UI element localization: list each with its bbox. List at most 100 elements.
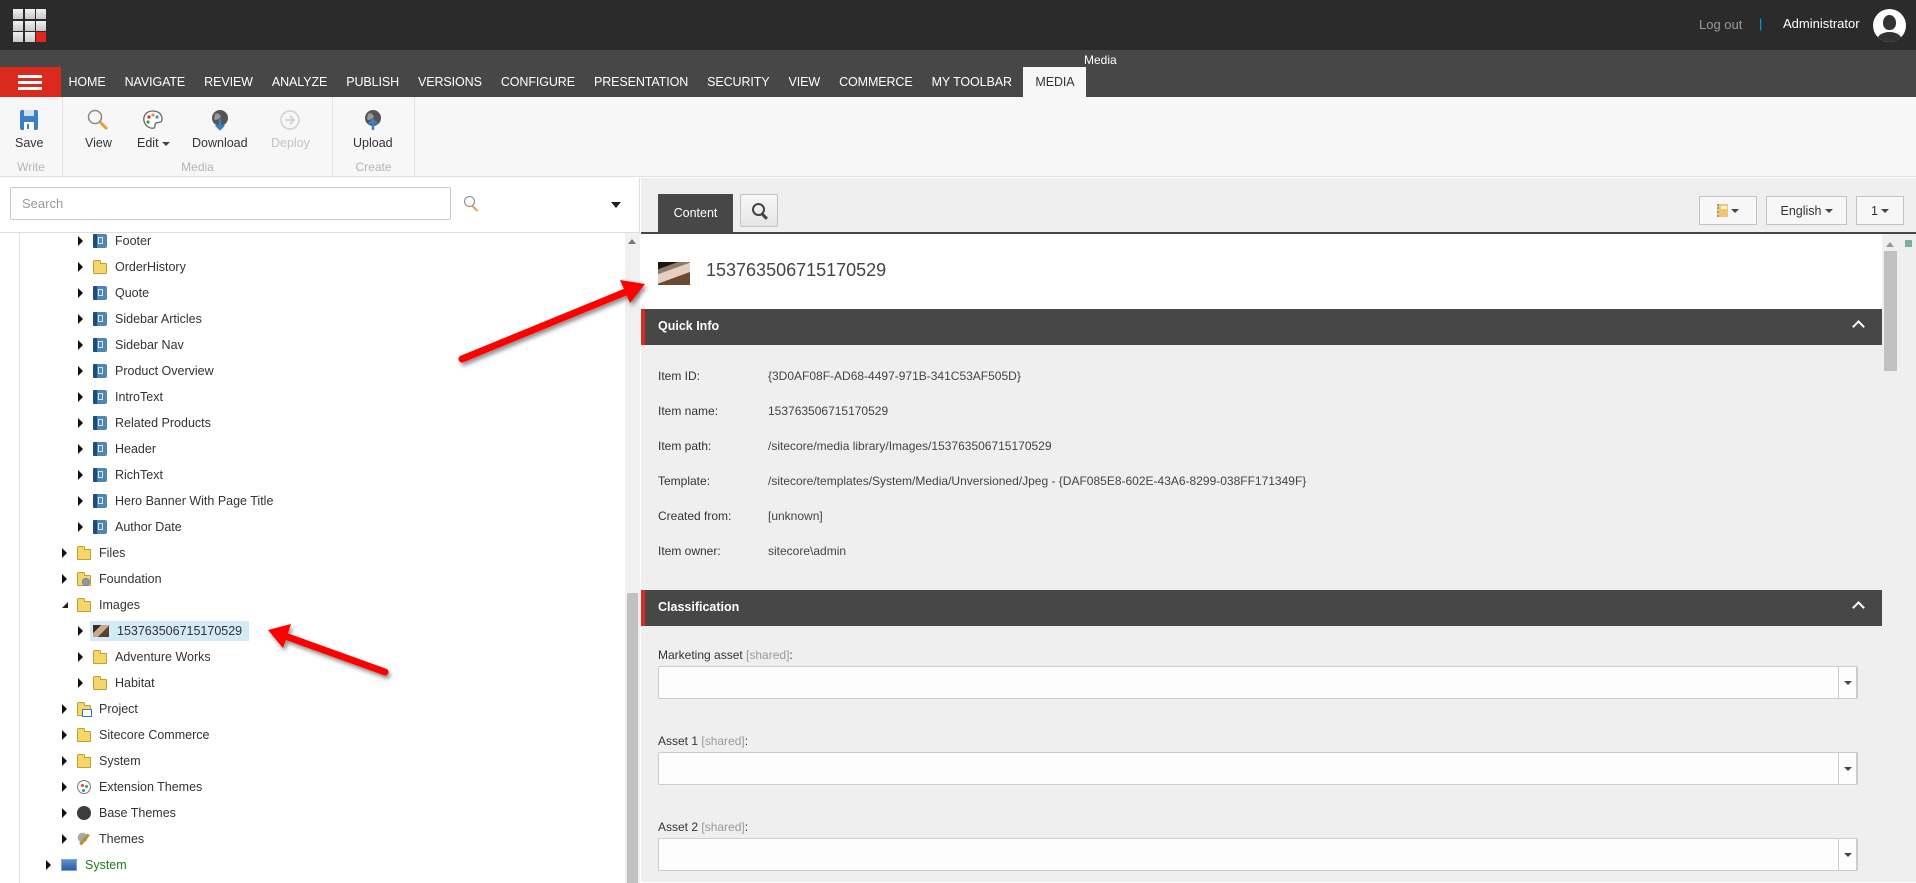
tree-node[interactable]: IntroText bbox=[78, 386, 166, 408]
search-options-dropdown-icon[interactable] bbox=[611, 202, 621, 208]
username[interactable]: Administrator bbox=[1783, 16, 1860, 31]
validator-status-icon[interactable] bbox=[1905, 240, 1912, 247]
tab-my-toolbar[interactable]: MY TOOLBAR bbox=[924, 67, 1019, 97]
tab-publish[interactable]: PUBLISH bbox=[339, 67, 407, 97]
tree-node[interactable]: System bbox=[62, 750, 144, 772]
tab-presentation[interactable]: PRESENTATION bbox=[586, 67, 695, 97]
tree-node[interactable]: Quote bbox=[78, 282, 152, 304]
expand-arrow-icon[interactable] bbox=[78, 522, 83, 532]
tree-node[interactable]: Sitecore Commerce bbox=[62, 724, 212, 746]
save-button[interactable]: Save bbox=[15, 109, 44, 150]
chevron-up-icon[interactable] bbox=[1852, 320, 1865, 333]
tree-node[interactable]: Author Date bbox=[78, 516, 185, 538]
tree-node-selected[interactable]: 153763506715170529 bbox=[78, 620, 250, 642]
expand-arrow-icon[interactable] bbox=[62, 548, 67, 558]
tree-node[interactable]: Related Products bbox=[78, 412, 214, 434]
notebook-dropdown-button[interactable] bbox=[1699, 196, 1757, 225]
download-button[interactable]: Download bbox=[192, 109, 248, 150]
expand-arrow-icon[interactable] bbox=[46, 860, 51, 870]
expand-arrow-icon[interactable] bbox=[78, 262, 83, 272]
scroll-up-arrow-icon[interactable] bbox=[628, 239, 636, 244]
tab-navigate[interactable]: NAVIGATE bbox=[117, 67, 193, 97]
hamburger-menu-icon[interactable] bbox=[0, 67, 61, 97]
marketing-asset-droplist[interactable] bbox=[658, 666, 1858, 699]
tree-node[interactable]: Sidebar Articles bbox=[78, 308, 205, 330]
expand-arrow-icon[interactable] bbox=[78, 626, 83, 636]
scroll-up-arrow-icon[interactable] bbox=[1886, 242, 1894, 247]
expand-arrow-icon[interactable] bbox=[78, 652, 83, 662]
expand-arrow-icon[interactable] bbox=[78, 418, 83, 428]
dropdown-arrow-icon[interactable] bbox=[1838, 838, 1857, 871]
search-tab-icon[interactable] bbox=[740, 194, 778, 227]
tab-media[interactable]: MEDIA bbox=[1023, 67, 1087, 97]
section-classification[interactable]: Classification bbox=[641, 590, 1882, 626]
tree-node[interactable]: Product Overview bbox=[78, 360, 217, 382]
launchpad-icon[interactable] bbox=[13, 9, 46, 42]
editor-scrollbar[interactable] bbox=[1882, 234, 1898, 882]
expand-arrow-icon[interactable] bbox=[78, 288, 83, 298]
search-icon[interactable] bbox=[464, 196, 480, 212]
tree-node[interactable]: Extension Themes bbox=[62, 776, 205, 798]
tree-node[interactable]: OrderHistory bbox=[78, 256, 189, 278]
expand-arrow-icon[interactable] bbox=[62, 782, 67, 792]
expand-arrow-icon[interactable] bbox=[78, 444, 83, 454]
expand-arrow-icon[interactable] bbox=[78, 314, 83, 324]
tree-node[interactable]: Project bbox=[62, 698, 141, 720]
tree-node[interactable]: Foundation bbox=[62, 568, 165, 590]
section-quick-info[interactable]: Quick Info bbox=[641, 309, 1882, 345]
tree-node[interactable]: Header bbox=[78, 438, 159, 460]
tree-node[interactable]: Files bbox=[62, 542, 128, 564]
tab-commerce[interactable]: COMMERCE bbox=[832, 67, 921, 97]
expand-arrow-icon[interactable] bbox=[62, 834, 67, 844]
content-editor-pane: Content English 1 153763506715170529 Qui… bbox=[641, 178, 1916, 882]
tree-node[interactable]: Footer bbox=[78, 233, 154, 252]
tree-node[interactable]: RichText bbox=[78, 464, 166, 486]
expand-arrow-icon[interactable] bbox=[78, 470, 83, 480]
expand-arrow-icon[interactable] bbox=[78, 236, 83, 246]
tree-node[interactable]: Sidebar Nav bbox=[78, 334, 187, 356]
expand-arrow-icon[interactable] bbox=[78, 678, 83, 688]
expand-arrow-icon[interactable] bbox=[62, 730, 67, 740]
tree-node[interactable]: Themes bbox=[62, 828, 147, 850]
tab-security[interactable]: SECURITY bbox=[700, 67, 777, 97]
tab-content[interactable]: Content bbox=[658, 194, 733, 232]
view-button[interactable]: View bbox=[85, 109, 112, 150]
version-dropdown[interactable]: 1 bbox=[1856, 196, 1904, 225]
asset-1-droplist[interactable] bbox=[658, 752, 1858, 785]
dropdown-arrow-icon[interactable] bbox=[1838, 752, 1857, 785]
scrollbar-thumb[interactable] bbox=[627, 593, 638, 883]
upload-button[interactable]: Upload bbox=[353, 109, 393, 150]
expand-arrow-icon[interactable] bbox=[62, 756, 67, 766]
expand-arrow-icon[interactable] bbox=[78, 496, 83, 506]
tree-node[interactable]: Hero Banner With Page Title bbox=[78, 490, 276, 512]
tab-analyze[interactable]: ANALYZE bbox=[264, 67, 334, 97]
dropdown-arrow-icon[interactable] bbox=[1838, 666, 1857, 699]
expand-arrow-icon[interactable] bbox=[78, 340, 83, 350]
asset-2-droplist[interactable] bbox=[658, 838, 1858, 871]
search-input[interactable] bbox=[10, 187, 451, 220]
collapse-arrow-icon[interactable] bbox=[62, 602, 68, 608]
tree-node[interactable]: Images bbox=[62, 594, 143, 616]
deploy-button[interactable]: Deploy bbox=[271, 109, 310, 150]
tree-node[interactable]: System bbox=[46, 854, 130, 876]
logout-link[interactable]: Log out bbox=[1699, 17, 1742, 32]
language-dropdown[interactable]: English bbox=[1766, 196, 1847, 225]
tab-configure[interactable]: CONFIGURE bbox=[493, 67, 582, 97]
tab-review[interactable]: REVIEW bbox=[197, 67, 261, 97]
expand-arrow-icon[interactable] bbox=[62, 704, 67, 714]
expand-arrow-icon[interactable] bbox=[62, 574, 67, 584]
scrollbar-thumb[interactable] bbox=[1884, 251, 1897, 371]
expand-arrow-icon[interactable] bbox=[62, 808, 67, 818]
expand-arrow-icon[interactable] bbox=[78, 366, 83, 376]
tree-scrollbar[interactable] bbox=[625, 233, 640, 883]
tab-view[interactable]: VIEW bbox=[781, 67, 828, 97]
tree-node[interactable]: Adventure Works bbox=[78, 646, 214, 668]
chevron-up-icon[interactable] bbox=[1852, 601, 1865, 614]
tab-versions[interactable]: VERSIONS bbox=[411, 67, 490, 97]
avatar[interactable] bbox=[1873, 9, 1906, 42]
tab-home[interactable]: HOME bbox=[61, 67, 113, 97]
edit-dropdown-button[interactable]: Edit bbox=[137, 109, 170, 150]
expand-arrow-icon[interactable] bbox=[78, 392, 83, 402]
tree-node[interactable]: Base Themes bbox=[62, 802, 179, 824]
tree-node[interactable]: Habitat bbox=[78, 672, 158, 694]
